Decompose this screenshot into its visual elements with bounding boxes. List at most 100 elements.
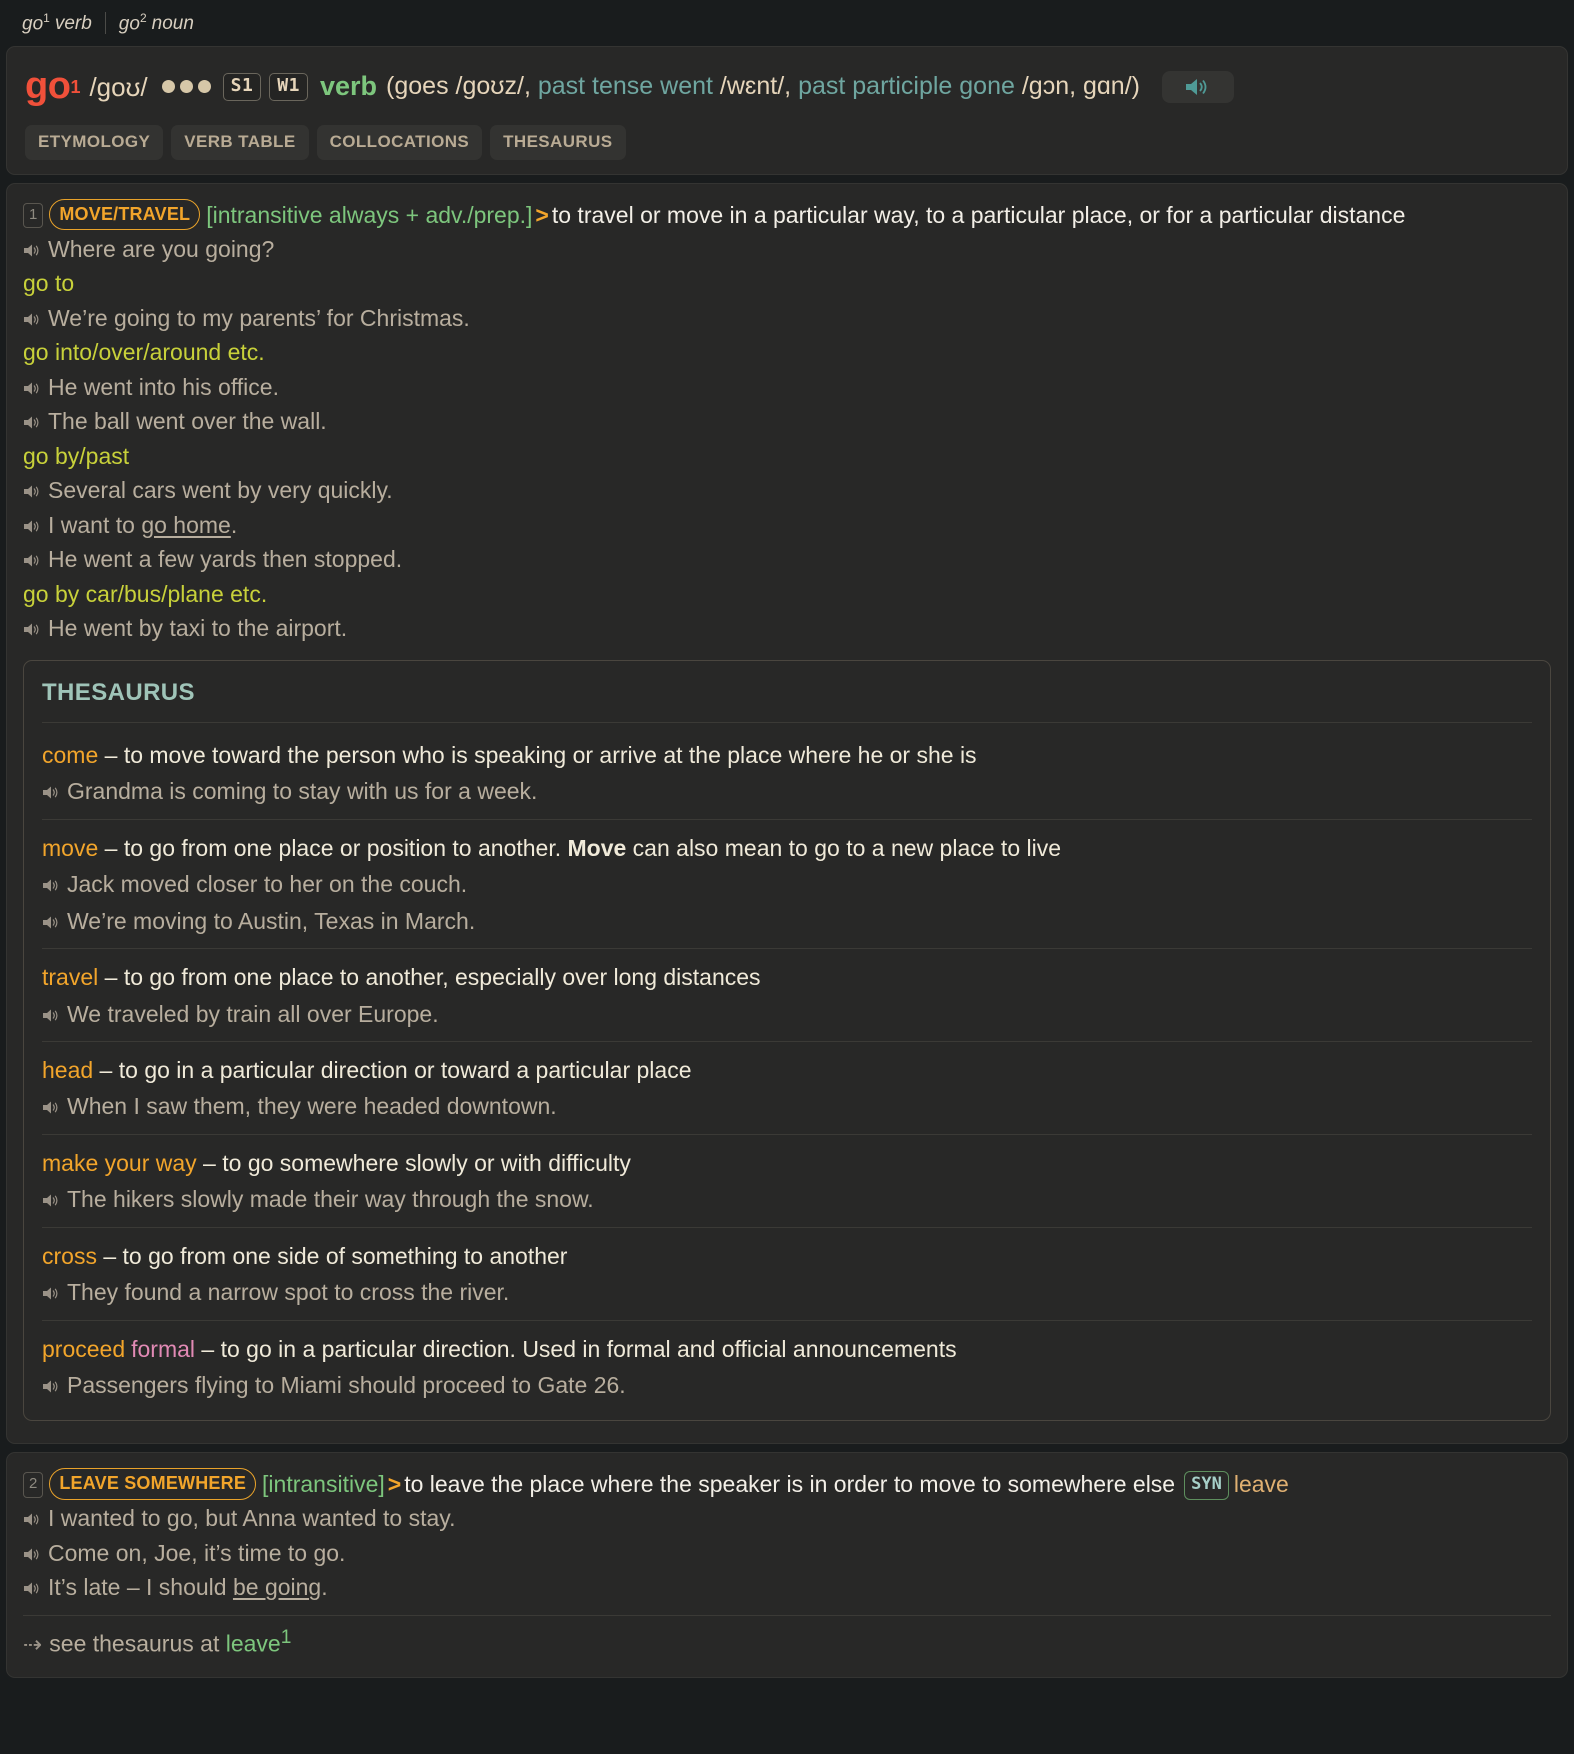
- example-link-go-home[interactable]: go home: [141, 512, 231, 538]
- thesaurus-definition: to move toward the person who is speakin…: [123, 742, 977, 769]
- speaker-icon[interactable]: [23, 483, 42, 500]
- thesaurus-register-label: formal: [131, 1335, 196, 1362]
- cross-reference[interactable]: ⇢ see thesaurus at leave1: [23, 1624, 1551, 1661]
- speaker-icon[interactable]: [23, 518, 42, 535]
- speaker-icon[interactable]: [1161, 70, 1234, 103]
- thesaurus-word[interactable]: head: [42, 1057, 93, 1083]
- thesaurus-example: We’re moving to Austin, Texas in March.: [42, 904, 1532, 939]
- example-text: He went a few yards then stopped.: [48, 546, 403, 573]
- collocation-pattern: go by/past: [23, 442, 130, 469]
- example-sentence: He went a few yards then stopped.: [23, 542, 1551, 577]
- thesaurus-word[interactable]: make your way: [42, 1150, 197, 1176]
- collocation-pattern: go into/over/around etc.: [23, 339, 265, 366]
- collocation-pattern: go by car/bus/plane etc.: [23, 580, 268, 607]
- thesaurus-definition: to go in a particular direction. Used in…: [220, 1335, 957, 1362]
- thesaurus-dash: –: [96, 1242, 123, 1269]
- topic-label[interactable]: MOVE/TRAVEL: [49, 198, 201, 231]
- speaker-icon[interactable]: [42, 1099, 61, 1116]
- grammar-label: [intransitive always + adv./prep.]: [206, 201, 533, 228]
- thesaurus-box: THESAURUS come – to move toward the pers…: [23, 659, 1551, 1422]
- thesaurus-definition: to go from one place to another, especia…: [123, 964, 761, 991]
- speaker-icon[interactable]: [42, 1192, 61, 1209]
- thesaurus-dash: –: [196, 1149, 223, 1176]
- example-sentence: Come on, Joe, it’s time to go.: [23, 1536, 1551, 1571]
- example-sentence: Where are you going?: [23, 232, 1551, 267]
- speaker-icon[interactable]: [23, 414, 42, 431]
- example-sentence: The ball went over the wall.: [23, 404, 1551, 439]
- example-text: Several cars went by very quickly.: [48, 477, 393, 504]
- definition-text: to leave the place where the speaker is …: [404, 1471, 1176, 1498]
- thesaurus-entry: travel – to go from one place to another…: [42, 949, 1532, 1043]
- speaker-icon[interactable]: [23, 1511, 42, 1528]
- example-text-pre: It’s late – I should: [48, 1574, 233, 1601]
- tab-verb-table[interactable]: VERB TABLE: [171, 124, 309, 160]
- thesaurus-example-text: The hikers slowly made their way through…: [67, 1186, 594, 1213]
- speaker-icon[interactable]: [23, 552, 42, 569]
- pronunciation: /ɡoʊ/: [89, 71, 148, 102]
- cross-reference-target-superscript: 1: [280, 1626, 292, 1648]
- entry-header-card: go 1 /ɡoʊ/ S1 W1 verb (goes /ɡoʊz/, past …: [6, 46, 1568, 175]
- thesaurus-example-text: They found a narrow spot to cross the ri…: [67, 1279, 510, 1306]
- speaker-icon[interactable]: [23, 311, 42, 328]
- definition-arrow-icon: >: [387, 1471, 402, 1498]
- thesaurus-example-text: Jack moved closer to her on the couch.: [67, 871, 468, 898]
- speaker-icon[interactable]: [42, 1285, 61, 1302]
- sense-number: 1: [23, 202, 44, 228]
- thesaurus-entry-line: travel – to go from one place to another…: [42, 960, 1532, 994]
- speaker-icon[interactable]: [42, 1007, 61, 1024]
- tab-thesaurus[interactable]: THESAURUS: [490, 124, 626, 160]
- speaker-icon[interactable]: [42, 784, 61, 801]
- inflections-open: (goes: [386, 72, 456, 101]
- tab-collocations[interactable]: COLLOCATIONS: [316, 124, 483, 160]
- grammar-label: [intransitive]: [262, 1471, 385, 1498]
- definition-text: to travel or move in a particular way, t…: [551, 201, 1406, 228]
- homograph-link-go1[interactable]: go1 verb: [22, 11, 92, 35]
- thesaurus-word[interactable]: proceed: [42, 1336, 125, 1362]
- speaker-icon[interactable]: [23, 1546, 42, 1563]
- sense-2-headline: 2 LEAVE SOMEWHERE [intransitive] > to leave …: [23, 1467, 1551, 1501]
- cross-reference-divider: [23, 1614, 1551, 1616]
- speaker-icon[interactable]: [23, 242, 42, 259]
- thesaurus-word[interactable]: move: [42, 835, 98, 861]
- example-text-post: .: [321, 1574, 328, 1601]
- example-sentence: I want to go home.: [23, 508, 1551, 543]
- thesaurus-word[interactable]: come: [42, 742, 98, 768]
- speaker-icon[interactable]: [42, 1378, 61, 1395]
- homograph-pos: noun: [151, 13, 194, 35]
- thesaurus-example: We traveled by train all over Europe.: [42, 997, 1532, 1032]
- badge-w1: W1: [269, 73, 308, 101]
- synonym-link[interactable]: leave: [1234, 1471, 1289, 1497]
- example-sentence: He went by taxi to the airport.: [23, 611, 1551, 646]
- inflection-ipa-went: /wɛnt/: [719, 72, 785, 101]
- speaker-icon[interactable]: [42, 914, 61, 931]
- speaker-icon[interactable]: [23, 380, 42, 397]
- badge-s1: S1: [222, 73, 262, 101]
- topic-label[interactable]: LEAVE SOMEWHERE: [49, 1468, 257, 1501]
- thesaurus-dash: –: [93, 1057, 119, 1084]
- thesaurus-entry: move – to go from one place or position …: [42, 820, 1532, 950]
- example-text: He went into his office.: [48, 373, 279, 400]
- speaker-icon[interactable]: [23, 621, 42, 638]
- inflection-ipa-gone: /ɡɔn, ɡɑn/: [1021, 72, 1132, 101]
- homograph-divider: [104, 12, 106, 34]
- speaker-icon[interactable]: [42, 877, 61, 894]
- example-text: Come on, Joe, it’s time to go.: [48, 1539, 346, 1566]
- thesaurus-definition: to go from one side of something to anot…: [122, 1242, 568, 1269]
- thesaurus-entry: proceed formal – to go in a particular di…: [42, 1321, 1532, 1405]
- inflections-close: ): [1131, 72, 1140, 101]
- syn-badge: SYN: [1184, 1471, 1229, 1500]
- inflections: (goes /ɡoʊz/, past tense went /wɛnt/, pa…: [386, 71, 1140, 102]
- tab-etymology[interactable]: ETYMOLOGY: [25, 124, 164, 160]
- thesaurus-dash: –: [98, 834, 124, 861]
- thesaurus-definition-tail: can also mean to go to a new place to li…: [626, 834, 1062, 861]
- example-sentence: He went into his office.: [23, 370, 1551, 405]
- thesaurus-word[interactable]: travel: [42, 964, 98, 990]
- speaker-icon[interactable]: [23, 1580, 42, 1597]
- frequency-dots-icon: [161, 80, 211, 94]
- homograph-link-go2[interactable]: go2 noun: [119, 11, 194, 35]
- headword-line: go 1 /ɡoʊ/ S1 W1 verb (goes /ɡoʊz/, past …: [25, 63, 1549, 111]
- thesaurus-word[interactable]: cross: [42, 1243, 97, 1269]
- example-link-be-going[interactable]: be going: [233, 1574, 321, 1600]
- example-text: Where are you going?: [48, 235, 275, 262]
- cross-reference-target[interactable]: leave: [226, 1631, 281, 1657]
